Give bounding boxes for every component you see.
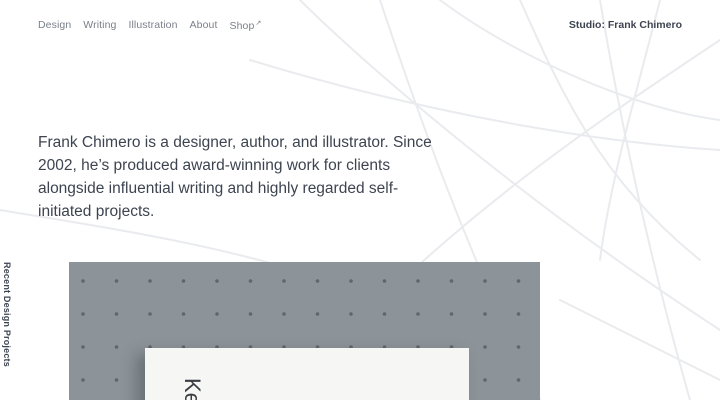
grid-dot xyxy=(315,279,320,283)
card-text: Ke xyxy=(180,378,205,400)
nav-illustration[interactable]: Illustration xyxy=(128,19,177,32)
grid-dot xyxy=(382,279,387,283)
grid-dot xyxy=(382,312,387,316)
grid-dot xyxy=(181,279,186,283)
grid-dot xyxy=(349,312,353,316)
nav-about[interactable]: About xyxy=(190,19,218,32)
grid-dot xyxy=(114,279,119,283)
grid-dot xyxy=(81,345,85,349)
external-link-icon: ↗ xyxy=(255,20,262,27)
grid-dot xyxy=(114,378,119,382)
grid-dot xyxy=(282,279,286,283)
section-label-recent-projects: Recent Design Projects xyxy=(2,262,12,367)
grid-dot xyxy=(248,312,253,316)
grid-dot xyxy=(449,312,454,316)
grid-dot xyxy=(181,312,186,316)
grid-dot xyxy=(416,312,420,316)
grid-dot xyxy=(248,279,253,283)
grid-dot xyxy=(483,345,487,349)
nav-design[interactable]: Design xyxy=(38,19,71,32)
grid-dot xyxy=(114,345,119,349)
nav-shop-label: Shop xyxy=(229,20,255,32)
grid-dot xyxy=(114,312,119,316)
grid-dot xyxy=(516,345,521,349)
grid-dot xyxy=(81,312,85,316)
grid-dot xyxy=(215,312,219,316)
grid-dot xyxy=(282,312,286,316)
main-nav: Design Writing Illustration About Shop↗ xyxy=(38,19,273,32)
project-card: Ke xyxy=(145,348,469,400)
grid-dot xyxy=(81,378,85,382)
grid-dot xyxy=(483,312,487,316)
nav-shop[interactable]: Shop↗ xyxy=(230,19,262,32)
grid-dot xyxy=(449,279,454,283)
grid-dot xyxy=(315,312,320,316)
grid-dot xyxy=(516,279,521,283)
grid-dot xyxy=(483,378,487,382)
grid-dot xyxy=(148,312,152,316)
grid-dot xyxy=(148,279,152,283)
nav-writing[interactable]: Writing xyxy=(83,19,116,32)
studio-link[interactable]: Studio: Frank Chimero xyxy=(569,19,682,31)
intro-paragraph: Frank Chimero is a designer, author, and… xyxy=(38,134,432,220)
grid-dot xyxy=(349,279,353,283)
grid-dot xyxy=(516,312,521,316)
grid-dot xyxy=(416,279,420,283)
grid-dot xyxy=(483,279,487,283)
grid-dot xyxy=(516,378,521,382)
project-image[interactable]: Ke xyxy=(69,262,540,400)
grid-dot xyxy=(81,279,85,283)
grid-dot xyxy=(215,279,219,283)
